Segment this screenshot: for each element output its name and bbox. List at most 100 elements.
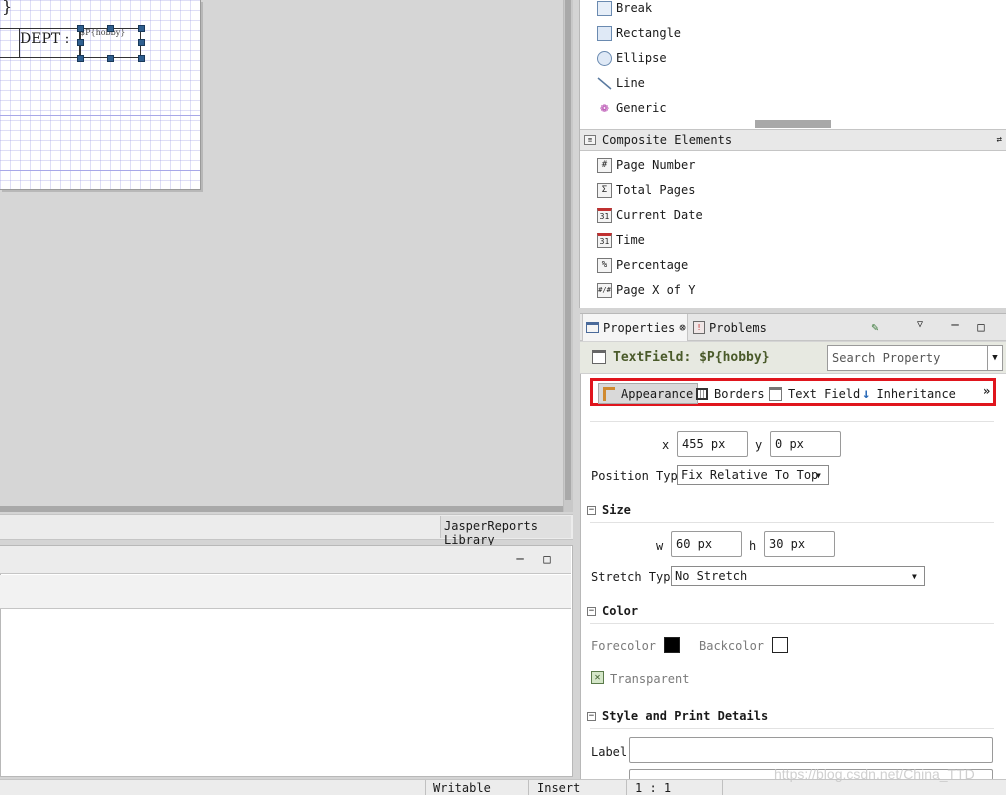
tab-problems[interactable]: ! Problems	[690, 314, 780, 341]
resize-handle-w[interactable]	[77, 39, 84, 46]
tab-properties[interactable]: Properties ⊗	[582, 314, 688, 341]
status-cursor-position: 1 : 1	[635, 781, 672, 795]
palette-item-label: Time	[616, 233, 645, 247]
search-property-input[interactable]: Search Property	[827, 345, 1003, 371]
palette-item-line[interactable]: Line	[597, 73, 645, 93]
resize-handle-s[interactable]	[107, 55, 114, 62]
subtab-inheritance[interactable]: ↓ Inheritance	[858, 383, 960, 404]
percent-icon: %	[597, 257, 612, 273]
stretch-type-label: Stretch Type	[591, 570, 678, 584]
collapse-icon[interactable]: −	[587, 606, 596, 616]
section-title: Color	[602, 604, 639, 618]
color-section-header[interactable]: − Color	[587, 604, 638, 618]
section-title: Size	[602, 503, 631, 517]
composite-header-label: Composite Elements	[602, 133, 733, 147]
resize-handle-nw[interactable]	[77, 25, 84, 32]
collapse-icon[interactable]: ≡	[584, 135, 596, 145]
inheritance-icon: ↓	[862, 385, 871, 402]
maximize-icon[interactable]: □	[540, 552, 554, 566]
palette-item-page-x-of-y[interactable]: #/# Page X of Y	[597, 280, 695, 300]
problems-icon: !	[693, 321, 705, 334]
palette-item-label: Current Date	[616, 208, 703, 222]
palette-item-rectangle[interactable]: Rectangle	[597, 23, 681, 43]
stretch-type-select[interactable]: No Stretch	[671, 566, 925, 586]
collapse-icon[interactable]: −	[587, 711, 596, 721]
ellipse-icon	[597, 50, 612, 66]
canvas-scroll-thumb[interactable]	[565, 0, 571, 500]
status-separator	[722, 780, 723, 795]
line-icon	[597, 76, 612, 91]
backcolor-label: Backcolor	[699, 639, 765, 653]
palette-item-page-number[interactable]: # Page Number	[597, 155, 695, 175]
size-section-header[interactable]: − Size	[587, 503, 631, 517]
palette-item-time[interactable]: 31 Time	[597, 230, 645, 250]
palette-item-label: Page Number	[616, 158, 696, 172]
palette-item-total-pages[interactable]: Σ Total Pages	[597, 180, 695, 200]
subtab-label: Borders	[714, 386, 765, 401]
canvas-horizontal-scrollbar[interactable]	[0, 506, 563, 512]
position-type-select[interactable]: Fix Relative To Top	[677, 465, 829, 485]
resize-handle-e[interactable]	[138, 39, 145, 46]
search-dropdown-icon[interactable]: ▼	[987, 346, 1002, 370]
watermark: https://blog.csdn.net/China_TTD	[774, 766, 975, 782]
break-icon	[597, 0, 612, 16]
pin-icon[interactable]: ✎	[868, 320, 882, 334]
more-tabs-icon[interactable]: »	[983, 384, 990, 398]
forecolor-swatch[interactable]	[664, 637, 680, 653]
subtab-borders[interactable]: Borders	[692, 383, 769, 404]
textfield-icon	[769, 386, 782, 401]
maximize-icon[interactable]: □	[974, 320, 988, 334]
status-separator	[425, 780, 426, 795]
close-icon[interactable]: ⊗	[679, 321, 686, 334]
resize-handle-sw[interactable]	[77, 55, 84, 62]
width-input[interactable]: 60 px	[671, 531, 742, 557]
style-print-section-header[interactable]: − Style and Print Details	[587, 709, 768, 723]
drawer-toggle-icon[interactable]: ⇄	[997, 135, 1002, 145]
palette-item-percentage[interactable]: % Percentage	[597, 255, 688, 275]
static-text-fragment: }	[2, 0, 13, 16]
palette-item-label: Ellipse	[616, 51, 667, 65]
palette-item-generic[interactable]: ❁ Generic	[597, 98, 666, 118]
page-x-of-y-icon: #/#	[597, 282, 612, 298]
status-separator	[626, 780, 627, 795]
palette-item-break[interactable]: Break	[597, 0, 652, 18]
selection-title: TextField: $P{hobby}	[613, 350, 770, 365]
palette-item-label: Percentage	[616, 258, 689, 272]
bottom-view-toolbar	[0, 546, 571, 574]
calendar-icon: 31	[597, 232, 612, 248]
palette-item-ellipse[interactable]: Ellipse	[597, 48, 667, 68]
resize-handle-ne[interactable]	[138, 25, 145, 32]
resize-handle-n[interactable]	[107, 25, 114, 32]
tab-jasperreports-library[interactable]: JasperReports Library	[440, 516, 571, 547]
bottom-view-header	[0, 575, 571, 609]
transparent-checkbox[interactable]: ✕	[591, 671, 604, 684]
resize-handle-se[interactable]	[138, 55, 145, 62]
x-label: x	[662, 438, 670, 452]
dept-label[interactable]: DEPT :	[20, 31, 69, 47]
chevron-down-icon[interactable]: ▼	[816, 471, 821, 480]
tab-label: Problems	[709, 320, 767, 335]
subtab-appearance[interactable]: Appearance	[598, 383, 699, 404]
height-input[interactable]: 30 px	[764, 531, 835, 557]
calendar-icon: 31	[597, 207, 612, 223]
palette-item-current-date[interactable]: 31 Current Date	[597, 205, 703, 225]
collapse-icon[interactable]: −	[587, 505, 596, 515]
view-menu-icon[interactable]: ▽	[913, 318, 927, 332]
minimize-icon[interactable]: ─	[513, 552, 527, 566]
hobby-expression: $P{hobby}	[80, 28, 126, 37]
palette-scrollbar[interactable]	[755, 120, 831, 128]
subtab-text-field[interactable]: Text Field	[765, 383, 864, 404]
minimize-icon[interactable]: ─	[948, 318, 962, 332]
h-label: h	[749, 539, 757, 553]
x-input[interactable]: 455 px	[677, 431, 748, 457]
appearance-icon	[603, 386, 615, 401]
position-type-label: Position Type	[591, 469, 685, 483]
chevron-down-icon[interactable]: ▼	[912, 572, 917, 581]
composite-elements-header[interactable]: ≡ Composite Elements ⇄	[580, 129, 1006, 151]
w-label: w	[656, 539, 664, 553]
backcolor-swatch[interactable]	[772, 637, 788, 653]
status-writable: Writable	[433, 781, 491, 795]
y-input[interactable]: 0 px	[770, 431, 841, 457]
section-title: Style and Print Details	[602, 709, 769, 723]
label-input[interactable]	[629, 737, 993, 763]
